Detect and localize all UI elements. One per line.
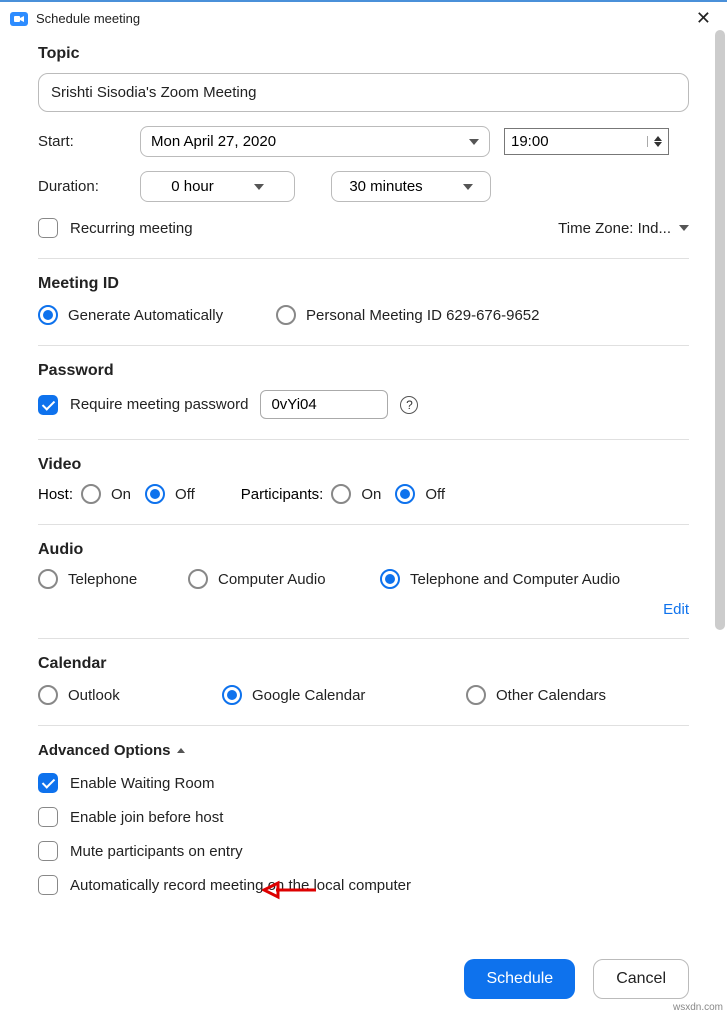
- recurring-checkbox[interactable]: [38, 218, 58, 238]
- meeting-id-personal-label: Personal Meeting ID 629-676-9652: [306, 307, 539, 324]
- start-time-spinner[interactable]: 19:00: [504, 128, 669, 155]
- help-icon[interactable]: ?: [400, 396, 418, 414]
- video-participants-label: Participants:: [241, 486, 324, 503]
- window-title: Schedule meeting: [36, 11, 690, 26]
- calendar-google-radio[interactable]: [222, 685, 242, 705]
- start-row: Start: Mon April 27, 2020 19:00: [38, 126, 689, 157]
- chevron-down-icon: [469, 139, 479, 145]
- scrollbar[interactable]: [715, 30, 725, 630]
- password-row: Require meeting password ?: [38, 390, 689, 419]
- mute-label: Mute participants on entry: [70, 843, 243, 860]
- chevron-down-icon: [679, 225, 689, 231]
- audio-title: Audio: [38, 541, 689, 559]
- record-label: Automatically record meeting on the loca…: [70, 877, 411, 894]
- recurring-label: Recurring meeting: [70, 220, 193, 237]
- join-before-checkbox[interactable]: [38, 807, 58, 827]
- calendar-other-radio[interactable]: [466, 685, 486, 705]
- duration-label: Duration:: [38, 178, 140, 195]
- audio-both-radio[interactable]: [380, 569, 400, 589]
- divider: [38, 524, 689, 525]
- audio-telephone-label: Telephone: [68, 571, 137, 588]
- duration-minutes-value: 30 minutes: [349, 178, 422, 195]
- calendar-google-label: Google Calendar: [252, 687, 365, 704]
- audio-computer-radio[interactable]: [188, 569, 208, 589]
- join-before-row: Enable join before host: [38, 807, 689, 827]
- meeting-id-personal-radio[interactable]: [276, 305, 296, 325]
- participants-off-radio[interactable]: [395, 484, 415, 504]
- spinner-arrows-icon: [647, 136, 662, 147]
- record-checkbox[interactable]: [38, 875, 58, 895]
- meeting-id-options: Generate Automatically Personal Meeting …: [38, 305, 689, 325]
- join-before-label: Enable join before host: [70, 809, 223, 826]
- duration-hours-dropdown[interactable]: 0 hour: [140, 171, 295, 202]
- calendar-outlook-label: Outlook: [68, 687, 120, 704]
- titlebar: Schedule meeting ✕: [0, 0, 727, 35]
- duration-minutes-dropdown[interactable]: 30 minutes: [331, 171, 491, 202]
- host-off-label: Off: [175, 486, 195, 503]
- divider: [38, 439, 689, 440]
- divider: [38, 258, 689, 259]
- video-title: Video: [38, 456, 689, 474]
- mute-row: Mute participants on entry: [38, 841, 689, 861]
- footer: Schedule Cancel: [464, 959, 689, 999]
- password-title: Password: [38, 362, 689, 380]
- chevron-down-icon: [254, 184, 264, 190]
- record-row: Automatically record meeting on the loca…: [38, 875, 689, 895]
- start-label: Start:: [38, 133, 140, 150]
- advanced-options-label: Advanced Options: [38, 742, 171, 759]
- audio-both-label: Telephone and Computer Audio: [410, 571, 620, 588]
- content: Topic Start: Mon April 27, 2020 19:00 Du…: [0, 35, 727, 895]
- host-on-radio[interactable]: [81, 484, 101, 504]
- duration-hours-value: 0 hour: [171, 178, 214, 195]
- participants-off-label: Off: [425, 486, 445, 503]
- mute-checkbox[interactable]: [38, 841, 58, 861]
- meeting-id-title: Meeting ID: [38, 275, 689, 293]
- calendar-row: Outlook Google Calendar Other Calendars: [38, 685, 689, 705]
- zoom-icon: [10, 12, 28, 26]
- participants-on-radio[interactable]: [331, 484, 351, 504]
- video-host-label: Host:: [38, 486, 73, 503]
- divider: [38, 345, 689, 346]
- timezone-dropdown[interactable]: Time Zone: Ind...: [558, 220, 689, 237]
- topic-label: Topic: [38, 45, 689, 63]
- calendar-title: Calendar: [38, 655, 689, 673]
- recurring-row: Recurring meeting Time Zone: Ind...: [38, 218, 689, 238]
- meeting-id-auto-label: Generate Automatically: [68, 307, 223, 324]
- start-time-value: 19:00: [511, 133, 549, 150]
- host-off-radio[interactable]: [145, 484, 165, 504]
- chevron-up-icon: [177, 748, 185, 753]
- start-date-dropdown[interactable]: Mon April 27, 2020: [140, 126, 490, 157]
- divider: [38, 725, 689, 726]
- start-date-value: Mon April 27, 2020: [151, 133, 276, 150]
- waiting-room-checkbox[interactable]: [38, 773, 58, 793]
- audio-telephone-radio[interactable]: [38, 569, 58, 589]
- arrow-annotation-icon: [262, 880, 318, 900]
- password-input[interactable]: [260, 390, 388, 419]
- participants-on-label: On: [361, 486, 381, 503]
- topic-input[interactable]: [38, 73, 689, 112]
- divider: [38, 638, 689, 639]
- schedule-button[interactable]: Schedule: [464, 959, 575, 999]
- advanced-options-toggle[interactable]: Advanced Options: [38, 742, 689, 759]
- audio-row: Telephone Computer Audio Telephone and C…: [38, 569, 689, 589]
- cancel-button[interactable]: Cancel: [593, 959, 689, 999]
- audio-edit-link[interactable]: Edit: [38, 601, 689, 618]
- chevron-down-icon: [463, 184, 473, 190]
- require-password-checkbox[interactable]: [38, 395, 58, 415]
- duration-row: Duration: 0 hour 30 minutes: [38, 171, 689, 202]
- video-row: Host: On Off Participants: On Off: [38, 484, 689, 504]
- waiting-room-label: Enable Waiting Room: [70, 775, 215, 792]
- timezone-label: Time Zone: Ind...: [558, 220, 671, 237]
- waiting-room-row: Enable Waiting Room: [38, 773, 689, 793]
- close-icon[interactable]: ✕: [690, 8, 717, 29]
- watermark: wsxdn.com: [673, 1002, 723, 1013]
- calendar-outlook-radio[interactable]: [38, 685, 58, 705]
- host-on-label: On: [111, 486, 131, 503]
- audio-computer-label: Computer Audio: [218, 571, 326, 588]
- calendar-other-label: Other Calendars: [496, 687, 606, 704]
- meeting-id-auto-radio[interactable]: [38, 305, 58, 325]
- require-password-label: Require meeting password: [70, 396, 248, 413]
